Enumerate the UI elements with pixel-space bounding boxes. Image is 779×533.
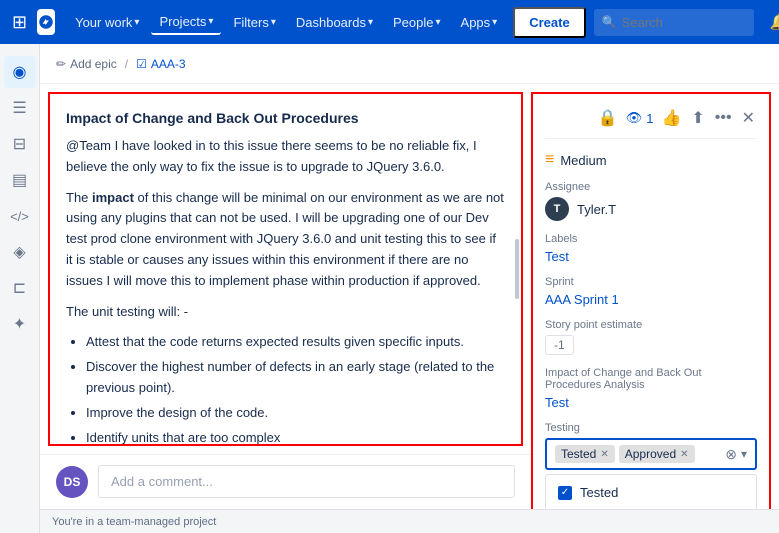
breadcrumb-separator: / <box>125 57 128 71</box>
priority-value: Medium <box>560 153 606 168</box>
check-icon: ✓ <box>561 487 569 498</box>
eye-icon: 👁 <box>626 110 643 126</box>
chevron-down-icon: ▾ <box>134 17 139 28</box>
body-para-1: @Team I have looked in to this issue the… <box>66 136 505 178</box>
testing-dropdown[interactable]: Tested ✕ Approved ✕ ⊗ ▾ <box>545 438 757 470</box>
impact-label: Impact of Change and Back Out Procedures… <box>545 367 757 391</box>
edit-icon: ✏ <box>56 57 66 71</box>
body-para-3: The unit testing will: - <box>66 302 505 323</box>
issue-title: Impact of Change and Back Out Procedures <box>66 110 505 126</box>
nav-your-work[interactable]: Your work ▾ <box>67 11 147 34</box>
sidebar-icon-backlog[interactable]: ⊟ <box>4 128 36 160</box>
search-input[interactable] <box>594 9 754 36</box>
sidebar-icon-code[interactable]: </> <box>4 200 36 232</box>
assignee-field: Assignee T Tyler.T <box>545 181 757 221</box>
assignee-avatar: T <box>545 197 569 221</box>
nav-action-icons: 🔔 ? ⚙ <box>766 8 779 36</box>
issue-description-panel: Impact of Change and Back Out Procedures… <box>48 92 523 446</box>
comment-input[interactable]: Add a comment... <box>98 465 515 498</box>
content-split: Impact of Change and Back Out Procedures… <box>40 84 779 533</box>
sidebar-icon-home[interactable]: ◉ <box>4 56 36 88</box>
body-para-2: The impact of this change will be minima… <box>66 188 505 292</box>
sidebar-icon-settings2[interactable]: ✦ <box>4 308 36 340</box>
bottom-status-bar: You're in a team-managed project <box>40 509 779 533</box>
testing-label: Testing <box>545 422 757 434</box>
bullet-list: Attest that the code returns expected re… <box>66 332 505 446</box>
sidebar-icon-list[interactable]: ▤ <box>4 164 36 196</box>
story-point-value: -1 <box>545 335 574 355</box>
sprint-value[interactable]: AAA Sprint 1 <box>545 292 619 307</box>
nav-apps[interactable]: Apps ▾ <box>453 11 506 34</box>
chevron-down-icon: ▾ <box>368 17 373 28</box>
priority-icon: ≡ <box>545 151 554 169</box>
more-icon[interactable]: ••• <box>713 107 734 129</box>
dropdown-actions: ⊗ ▾ <box>725 446 747 463</box>
story-point-field: Story point estimate -1 <box>545 319 757 355</box>
watchers-count: 👁 1 <box>626 110 654 126</box>
chevron-down-icon: ▾ <box>208 16 213 27</box>
breadcrumb-pencil-icon[interactable]: ✏ Add epic <box>56 57 117 71</box>
impact-field: Impact of Change and Back Out Procedures… <box>545 367 757 410</box>
sidebar-icon-components[interactable]: ◈ <box>4 236 36 268</box>
chevron-down-icon: ▾ <box>436 17 441 28</box>
bullet-1: Attest that the code returns expected re… <box>86 332 505 353</box>
sprint-label: Sprint <box>545 276 757 288</box>
labels-value[interactable]: Test <box>545 249 569 264</box>
issue-icon: ☑ <box>136 57 147 71</box>
labels-field: Labels Test <box>545 233 757 264</box>
bottom-status-text: You're in a team-managed project <box>52 516 216 528</box>
remove-approved-icon[interactable]: ✕ <box>680 449 688 460</box>
assignee-name: Tyler.T <box>577 202 616 217</box>
chevron-down-icon: ▾ <box>492 17 497 28</box>
labels-label: Labels <box>545 233 757 245</box>
main-area: ✏ Add epic / ☑ AAA-3 Impact of Change an… <box>40 44 779 533</box>
issue-body: @Team I have looked in to this issue the… <box>66 136 505 446</box>
priority-label: ≡ Medium <box>545 151 757 169</box>
remove-tested-icon[interactable]: ✕ <box>600 449 608 460</box>
bullet-2: Discover the highest number of defects i… <box>86 357 505 399</box>
create-button[interactable]: Create <box>513 7 585 38</box>
tag-tested-label: Tested <box>561 447 596 461</box>
breadcrumb: ✏ Add epic / ☑ AAA-3 <box>40 44 779 84</box>
thumbsup-icon[interactable]: 👍 <box>659 106 683 130</box>
nav-dashboards[interactable]: Dashboards ▾ <box>288 11 381 34</box>
story-point-label: Story point estimate <box>545 319 757 331</box>
chevron-down-icon: ▾ <box>271 17 276 28</box>
nav-projects[interactable]: Projects ▾ <box>151 10 221 35</box>
assignee-label: Assignee <box>545 181 757 193</box>
tag-approved-label: Approved <box>625 447 676 461</box>
close-icon[interactable]: ✕ <box>740 106 757 130</box>
search-wrapper: 🔍 <box>594 9 754 36</box>
bullet-4: Identify units that are too complex <box>86 428 505 446</box>
top-navigation: ⊞ Your work ▾ Projects ▾ Filters ▾ Dashb… <box>0 0 779 44</box>
right-panel-header: 🔒 👁 1 👍 ⬆ ••• ✕ <box>545 106 757 139</box>
lock-icon[interactable]: 🔒 <box>596 106 620 130</box>
checkbox-tested-box: ✓ <box>558 486 572 500</box>
sidebar-icon-board[interactable]: ☰ <box>4 92 36 124</box>
share-icon[interactable]: ⬆ <box>689 106 706 130</box>
testing-tag-tested: Tested ✕ <box>555 445 615 463</box>
testing-tag-approved: Approved ✕ <box>619 445 695 463</box>
priority-field: ≡ Medium <box>545 151 757 169</box>
impact-value[interactable]: Test <box>545 395 569 410</box>
nav-filters[interactable]: Filters ▾ <box>225 11 283 34</box>
sprint-field: Sprint AAA Sprint 1 <box>545 276 757 307</box>
comment-bar: DS Add a comment... <box>40 454 531 508</box>
checkbox-tested[interactable]: ✓ Tested <box>546 479 756 506</box>
left-sidebar: ◉ ☰ ⊟ ▤ </> ◈ ⊏ ✦ <box>0 44 40 533</box>
notifications-icon[interactable]: 🔔 <box>766 8 779 36</box>
clear-icon[interactable]: ⊗ <box>725 446 737 463</box>
logo[interactable] <box>37 9 55 35</box>
nav-people[interactable]: People ▾ <box>385 11 449 34</box>
sidebar-icon-reports[interactable]: ⊏ <box>4 272 36 304</box>
assignee-row: T Tyler.T <box>545 197 757 221</box>
breadcrumb-issue[interactable]: ☑ AAA-3 <box>136 57 185 71</box>
chevron-down-icon[interactable]: ▾ <box>741 447 747 461</box>
checkbox-tested-label: Tested <box>580 485 618 500</box>
commenter-avatar: DS <box>56 466 88 498</box>
grid-icon[interactable]: ⊞ <box>12 12 27 33</box>
issue-right-panel: 🔒 👁 1 👍 ⬆ ••• ✕ ≡ Medium Assignee <box>531 92 771 525</box>
bullet-3: Improve the design of the code. <box>86 403 505 424</box>
